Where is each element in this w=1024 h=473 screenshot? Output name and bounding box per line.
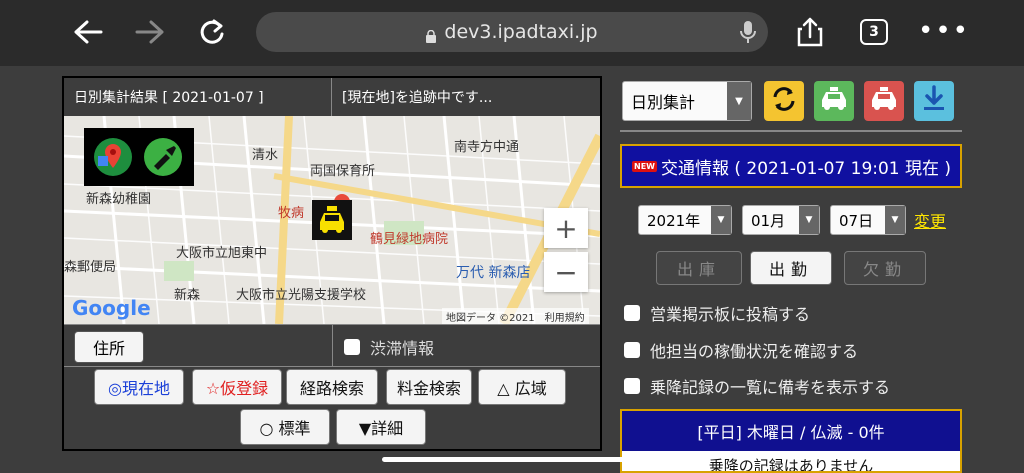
map-credit[interactable]: 地図データ ©2021 利用規約 [442, 308, 589, 324]
share-icon[interactable] [792, 14, 828, 50]
year-select[interactable]: 2021年 ▼ [638, 205, 732, 235]
day-info-body: 乗降の記録はありません [708, 457, 874, 473]
map-actions: ◎現在地 ☆仮登録 経路検索 料金検索 △ 広域 ○ 標準 ▼詳細 [64, 366, 600, 449]
address-button[interactable]: 住所 [74, 331, 144, 363]
url-bar[interactable]: dev3.ipadtaxi.jp [256, 12, 768, 52]
option-label: 他担当の稼働状況を確認する [650, 342, 859, 361]
option-post-board[interactable]: 営業掲示板に投稿する [624, 301, 810, 325]
back-arrow-icon[interactable] [70, 14, 106, 50]
chevron-down-icon: ▼ [885, 206, 905, 234]
map-tool-buttons [84, 128, 194, 186]
map-label: 清水 [252, 148, 279, 163]
google-logo: Google [72, 296, 151, 320]
absent-button[interactable]: 欠勤 [844, 251, 926, 285]
chevron-down-icon: ▼ [727, 82, 751, 120]
zoom-in-button[interactable]: + [544, 208, 588, 248]
zoom-out-button[interactable]: − [544, 252, 588, 292]
day-value: 07日 [839, 211, 874, 230]
mode-select[interactable]: 日別集計 ▼ [622, 81, 752, 121]
month-select[interactable]: 01月 ▼ [742, 205, 820, 235]
option-checkbox[interactable] [624, 342, 640, 358]
news-text: 交通情報 ( 2021-01-07 19:01 現在 ) [660, 158, 952, 179]
map-label: 森郵便局 [64, 260, 117, 275]
month-value: 01月 [751, 211, 786, 230]
traffic-toggle[interactable]: 渋滞情報 [344, 335, 434, 359]
map-label: 両国保育所 [310, 164, 376, 179]
map-label: 大阪市立旭東中 [176, 246, 268, 261]
day-info-title: [平日] 木曜日 / 仏滅 - 0件 [622, 411, 960, 451]
map-label: 大阪市立光陽支援学校 [236, 288, 367, 303]
taxi-red-button[interactable] [864, 81, 904, 121]
chevron-down-icon: ▼ [799, 206, 819, 234]
option-check-others[interactable]: 他担当の稼働状況を確認する [624, 338, 858, 362]
taxi-icon [819, 86, 849, 116]
map-panel: 日別集計結果 [ 2021-01-07 ] [現在地]を追跡中です... 南寺方… [62, 76, 602, 451]
day-select[interactable]: 07日 ▼ [830, 205, 906, 235]
divider [620, 130, 962, 132]
option-show-notes[interactable]: 乗降記録の一覧に備考を表示する [624, 374, 890, 398]
divider [332, 325, 333, 367]
refresh-icon [770, 85, 798, 117]
out-of-garage-button[interactable]: 出庫 [656, 251, 742, 285]
traffic-checkbox[interactable] [344, 339, 360, 355]
temp-register-button[interactable]: ☆仮登録 [192, 369, 282, 405]
tracking-header: [現在地]を追跡中です... [332, 78, 600, 116]
lock-icon [426, 26, 437, 43]
clock-in-button[interactable]: 出勤 [750, 251, 832, 285]
chevron-down-icon: ▼ [711, 206, 731, 234]
map-label: 南寺方中通 [454, 140, 520, 155]
option-label: 営業掲示板に投稿する [650, 305, 811, 324]
map-label: 牧病 [278, 206, 305, 221]
detail-button[interactable]: ▼詳細 [336, 409, 426, 445]
option-checkbox[interactable] [624, 378, 640, 394]
download-icon [921, 85, 947, 117]
map-view[interactable]: 南寺方中通 清水 両国保育所 新森幼稚園 牧病 鶴見緑地病院 大阪市立旭東中 森… [64, 116, 600, 324]
option-checkbox[interactable] [624, 305, 640, 321]
option-label: 乗降記録の一覧に備考を表示する [650, 378, 891, 397]
taxi-icon [869, 86, 899, 116]
summary-header: 日別集計結果 [ 2021-01-07 ] [64, 78, 332, 116]
reload-icon[interactable] [194, 14, 230, 50]
map-label: 万代 新森店 [456, 265, 531, 281]
address-row: 住所 渋滞情報 [64, 324, 600, 367]
more-icon[interactable]: ••• [918, 18, 970, 44]
tab-count: 3 [869, 24, 879, 40]
map-label: 鶴見緑地病院 [370, 232, 449, 247]
url-text: dev3.ipadtaxi.jp [444, 21, 598, 43]
traffic-news-banner[interactable]: NEW 交通情報 ( 2021-01-07 19:01 現在 ) [620, 144, 962, 188]
day-info-box: [平日] 木曜日 / 仏滅 - 0件 乗降の記録はありません [620, 409, 962, 473]
forward-arrow-icon[interactable] [132, 14, 168, 50]
route-search-button[interactable]: 経路検索 [286, 369, 378, 405]
current-location-button[interactable]: ◎現在地 [94, 369, 184, 405]
new-badge: NEW [632, 160, 657, 172]
taxi-green-button[interactable] [814, 81, 854, 121]
standard-button[interactable]: ○ 標準 [240, 409, 330, 445]
browser-toolbar: dev3.ipadtaxi.jp 3 ••• [0, 0, 1024, 66]
microphone-icon[interactable] [740, 20, 756, 49]
change-date-link[interactable]: 変更 [914, 208, 946, 232]
home-indicator [382, 457, 644, 462]
page: 日別集計結果 [ 2021-01-07 ] [現在地]を追跡中です... 南寺方… [0, 66, 1024, 473]
download-button[interactable] [914, 81, 954, 121]
year-value: 2021年 [647, 211, 701, 230]
tabs-button[interactable]: 3 [860, 19, 888, 45]
refresh-button[interactable] [764, 81, 804, 121]
mode-select-value: 日別集計 [631, 93, 696, 112]
fare-search-button[interactable]: 料金検索 [386, 369, 472, 405]
wide-area-button[interactable]: △ 広域 [478, 369, 566, 405]
map-label: 新森幼稚園 [86, 192, 152, 207]
traffic-label: 渋滞情報 [370, 339, 435, 358]
map-label: 新森 [174, 288, 201, 303]
